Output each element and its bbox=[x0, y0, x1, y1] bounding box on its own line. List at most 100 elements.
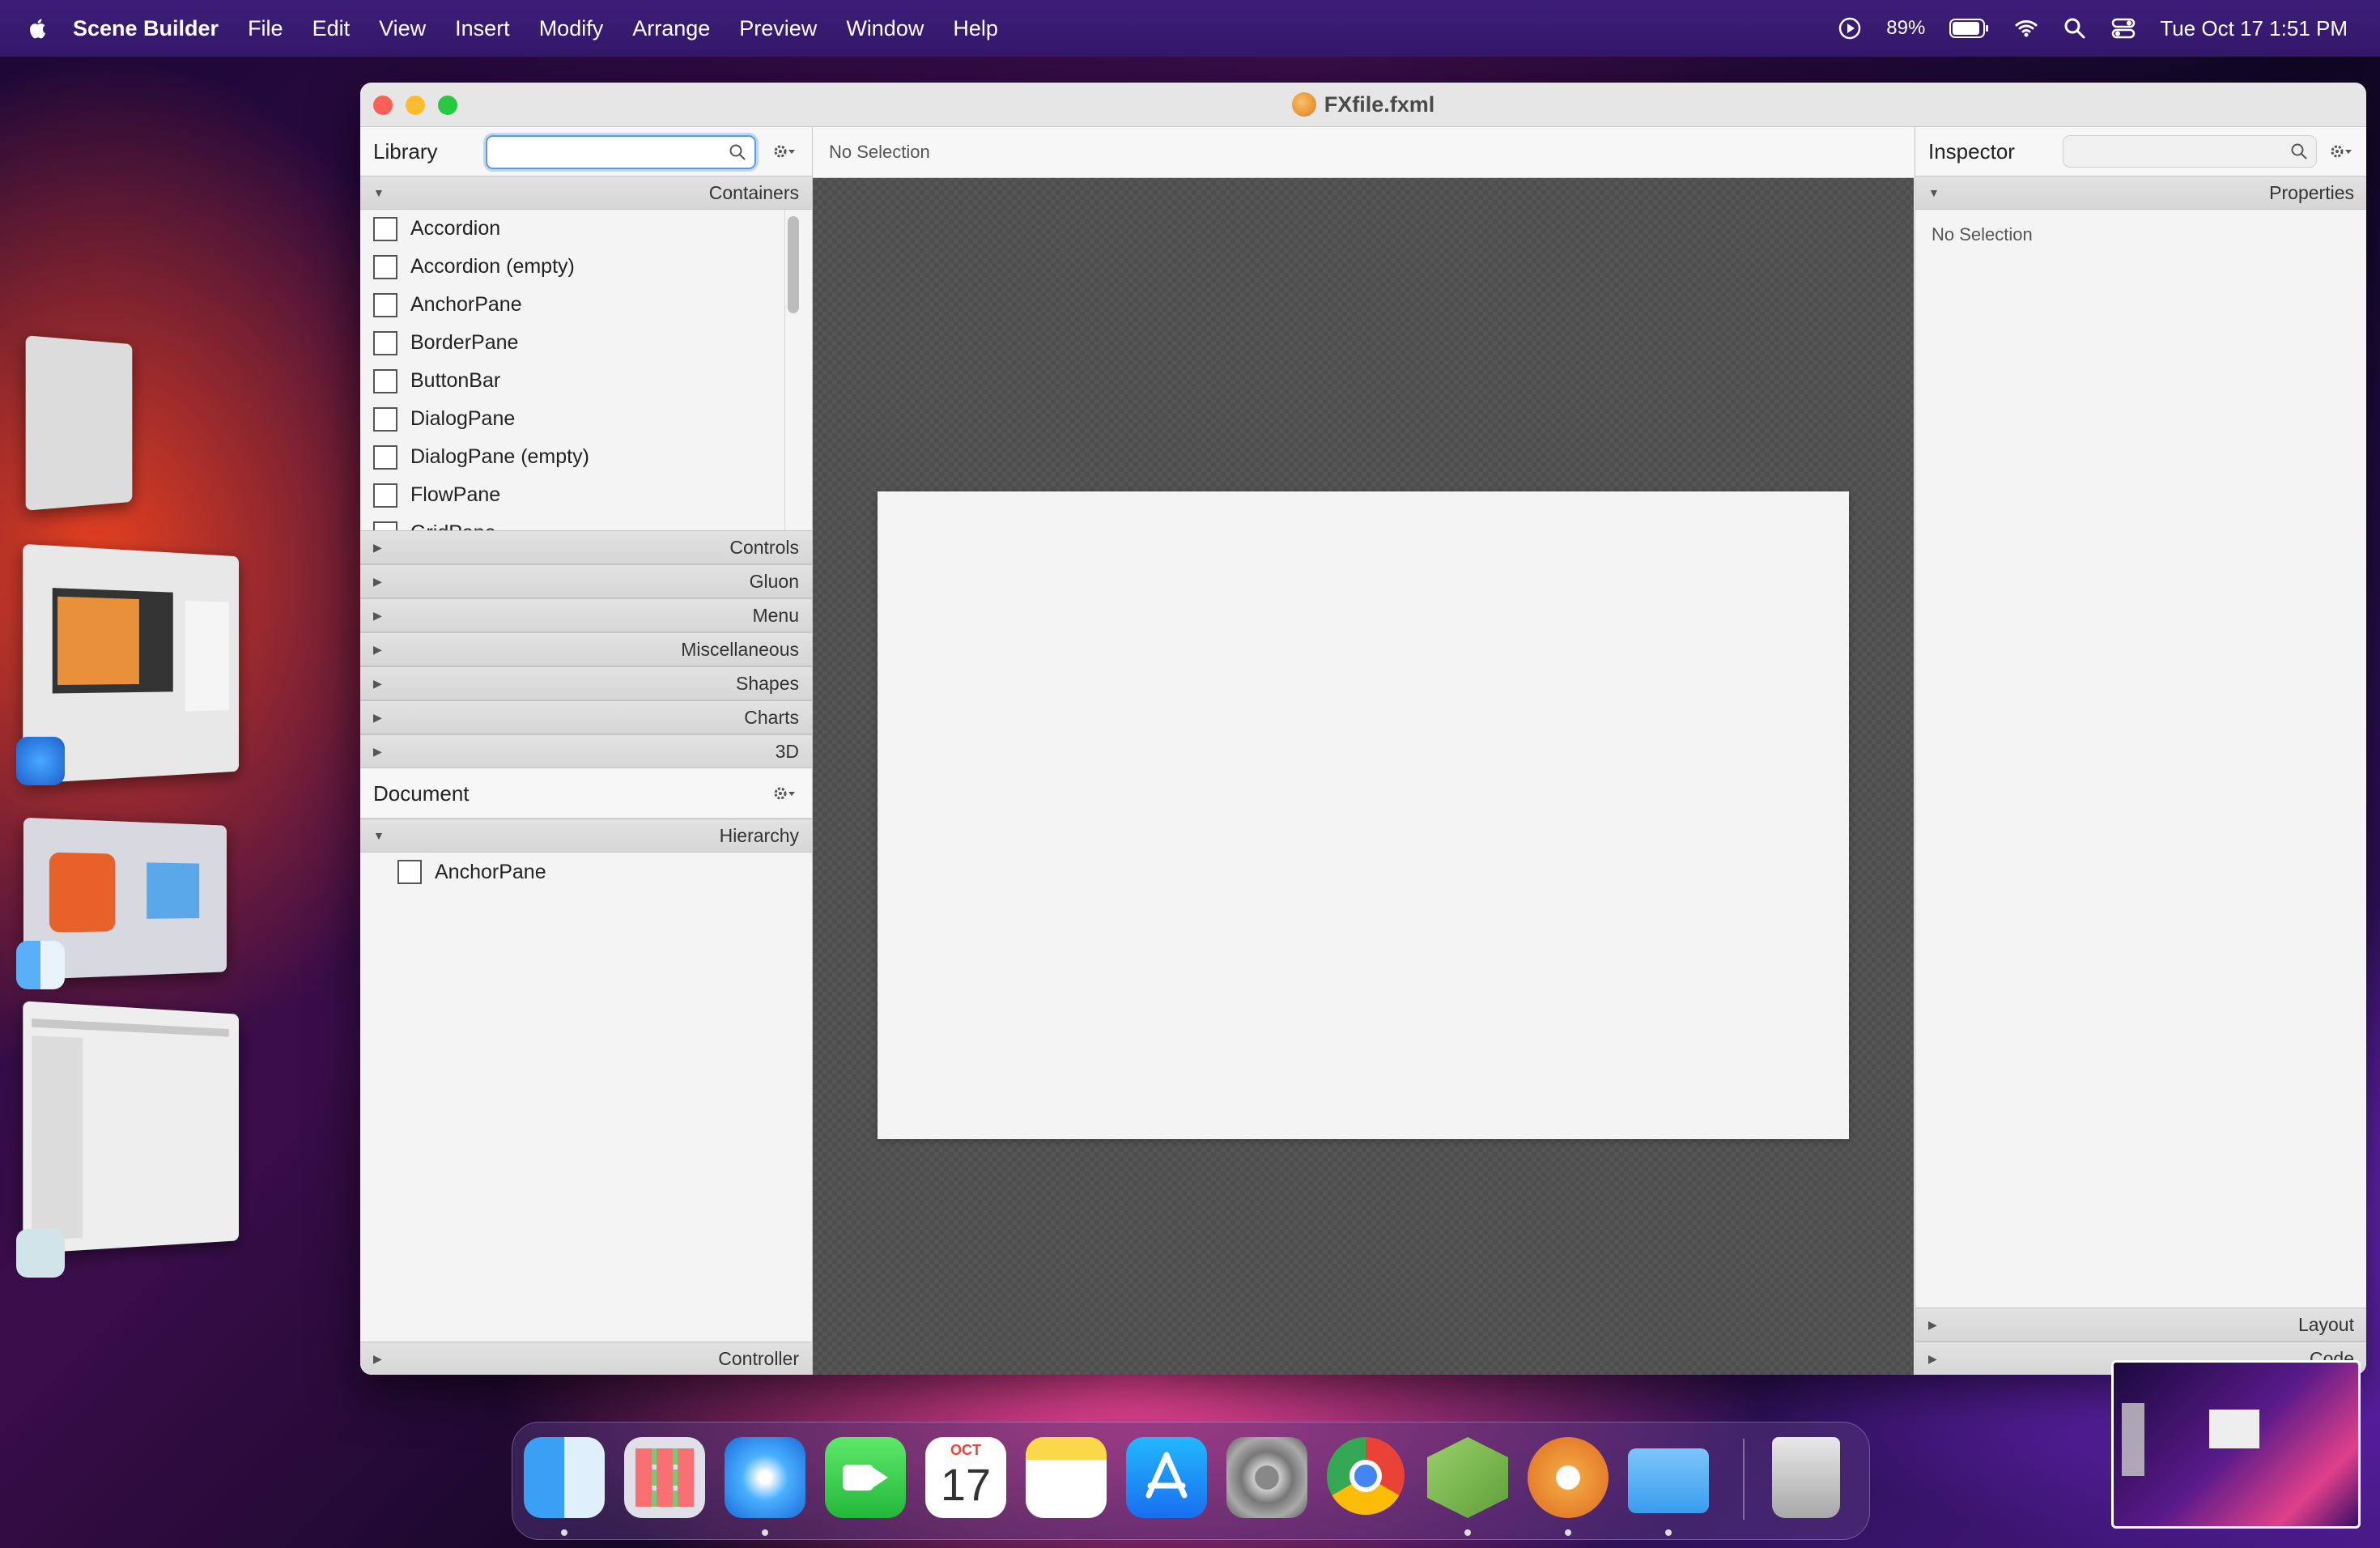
facetime-icon[interactable] bbox=[825, 1437, 906, 1518]
section-controller[interactable]: ▶ Controller bbox=[360, 1342, 812, 1375]
list-item-label: GridPane bbox=[410, 521, 496, 530]
list-item[interactable]: FlowPane bbox=[360, 476, 784, 514]
running-indicator bbox=[1565, 1529, 1571, 1536]
menu-view[interactable]: View bbox=[379, 16, 426, 41]
document-gear-icon[interactable] bbox=[771, 784, 796, 803]
list-item[interactable]: ButtonBar bbox=[360, 362, 784, 400]
menu-arrange[interactable]: Arrange bbox=[632, 16, 710, 41]
menu-window[interactable]: Window bbox=[846, 16, 924, 41]
trash-icon[interactable] bbox=[1772, 1437, 1840, 1518]
section-properties[interactable]: ▼ Properties bbox=[1915, 176, 2366, 210]
menu-modify[interactable]: Modify bbox=[539, 16, 604, 41]
list-item[interactable]: Accordion bbox=[360, 210, 784, 248]
stage-manager-window-4[interactable] bbox=[23, 1001, 239, 1254]
collapsed-arrow-icon: ▶ bbox=[373, 710, 382, 724]
list-item[interactable]: Accordion (empty) bbox=[360, 248, 784, 286]
scroll-track bbox=[784, 210, 785, 530]
close-button[interactable] bbox=[373, 96, 393, 115]
section-menu[interactable]: ▶ Menu bbox=[360, 598, 812, 632]
screenshot-thumbnail[interactable] bbox=[2111, 1360, 2361, 1529]
safari-icon[interactable] bbox=[16, 737, 65, 785]
list-item[interactable]: DialogPane (empty) bbox=[360, 438, 784, 476]
section-layout[interactable]: ▶ Layout bbox=[1915, 1308, 2366, 1342]
collapsed-arrow-icon: ▶ bbox=[373, 574, 382, 588]
accordion-icon bbox=[373, 254, 397, 279]
notes-icon[interactable] bbox=[1026, 1437, 1107, 1518]
finder-icon[interactable] bbox=[16, 941, 65, 989]
apple-icon[interactable] bbox=[29, 17, 49, 40]
library-scrollbar[interactable] bbox=[788, 216, 799, 313]
selection-bar: No Selection bbox=[813, 127, 1914, 178]
running-indicator bbox=[561, 1529, 567, 1536]
play-circle-icon[interactable] bbox=[1838, 16, 1862, 40]
clock[interactable]: Tue Oct 17 1:51 PM bbox=[2160, 16, 2348, 41]
list-item[interactable]: AnchorPane bbox=[360, 286, 784, 324]
collapsed-arrow-icon: ▶ bbox=[373, 608, 382, 622]
search-icon[interactable] bbox=[2063, 16, 2087, 40]
grid-pane-icon bbox=[373, 521, 397, 530]
scene-builder-hand-icon[interactable] bbox=[1528, 1437, 1609, 1518]
border-pane-icon bbox=[373, 330, 397, 355]
launchpad-icon[interactable] bbox=[624, 1437, 705, 1518]
wifi-icon[interactable] bbox=[2014, 16, 2038, 40]
calendar-day: 17 bbox=[940, 1459, 992, 1510]
menu-edit[interactable]: Edit bbox=[312, 16, 351, 41]
collapsed-arrow-icon: ▶ bbox=[1928, 1317, 1937, 1331]
section-miscellaneous[interactable]: ▶ Miscellaneous bbox=[360, 632, 812, 666]
section-containers[interactable]: ▼ Containers bbox=[360, 176, 812, 210]
battery-icon[interactable] bbox=[1949, 18, 1990, 39]
expanded-arrow-icon: ▼ bbox=[1928, 186, 1940, 199]
menu-insert[interactable]: Insert bbox=[455, 16, 510, 41]
folder-icon[interactable] bbox=[1628, 1448, 1709, 1513]
menu-preview[interactable]: Preview bbox=[739, 16, 817, 41]
anchor-icon bbox=[373, 292, 397, 317]
section-shapes[interactable]: ▶ Shapes bbox=[360, 666, 812, 700]
section-label: Gluon bbox=[749, 570, 799, 592]
dialog-pane-icon bbox=[373, 406, 397, 432]
app-store-icon[interactable] bbox=[1126, 1437, 1207, 1518]
list-item[interactable]: BorderPane bbox=[360, 324, 784, 362]
title-bar[interactable]: FXfile.fxml bbox=[360, 83, 2366, 127]
safari-icon[interactable] bbox=[725, 1437, 805, 1518]
calendar-icon[interactable]: OCT 17 bbox=[925, 1437, 1006, 1518]
system-settings-icon[interactable] bbox=[1226, 1437, 1307, 1518]
library-search-input[interactable] bbox=[486, 135, 756, 169]
library-list: Accordion Accordion (empty) AnchorPane B… bbox=[360, 210, 784, 530]
inspector-gear-icon[interactable] bbox=[2328, 142, 2352, 161]
inspector-header: Inspector bbox=[1915, 127, 2366, 176]
window-title-text: FXfile.fxml bbox=[1324, 91, 1435, 117]
list-item[interactable]: GridPane bbox=[360, 514, 784, 530]
app-thumbnail-icon[interactable] bbox=[16, 1229, 65, 1278]
zoom-button[interactable] bbox=[438, 96, 457, 115]
stage-manager-window-1[interactable] bbox=[25, 335, 133, 511]
minimize-button[interactable] bbox=[406, 96, 425, 115]
library-gear-icon[interactable] bbox=[771, 142, 796, 161]
dock: OCT 17 bbox=[512, 1422, 1870, 1540]
menu-help[interactable]: Help bbox=[953, 16, 998, 41]
list-item-label: BorderPane bbox=[410, 331, 519, 354]
running-indicator bbox=[762, 1529, 768, 1536]
hierarchy-tree-item[interactable]: AnchorPane bbox=[397, 856, 546, 888]
scene-builder-window: FXfile.fxml Library ▼ Containers Accordi… bbox=[360, 83, 2366, 1375]
section-label: Miscellaneous bbox=[681, 638, 799, 660]
section-charts[interactable]: ▶ Charts bbox=[360, 700, 812, 734]
control-center-icon[interactable] bbox=[2111, 16, 2136, 40]
section-gluon[interactable]: ▶ Gluon bbox=[360, 564, 812, 598]
menu-file[interactable]: File bbox=[248, 16, 283, 41]
inspector-empty-text: No Selection bbox=[1932, 224, 2033, 245]
section-hierarchy-label: Hierarchy bbox=[719, 824, 799, 846]
section-hierarchy[interactable]: ▼ Hierarchy bbox=[360, 819, 812, 853]
finder-icon[interactable] bbox=[524, 1437, 605, 1518]
scene-builder-cube-icon[interactable] bbox=[1427, 1437, 1508, 1518]
menu-app-name[interactable]: Scene Builder bbox=[73, 16, 219, 41]
section-3d[interactable]: ▶ 3D bbox=[360, 734, 812, 768]
anchor-pane-canvas[interactable] bbox=[878, 491, 1849, 1139]
section-controls[interactable]: ▶ Controls bbox=[360, 530, 812, 564]
inspector-search-input[interactable] bbox=[2063, 135, 2317, 168]
list-item-label: Accordion bbox=[410, 217, 501, 240]
battery-percent: 89% bbox=[1886, 17, 1926, 39]
list-item[interactable]: DialogPane bbox=[360, 400, 784, 438]
running-indicator bbox=[1464, 1529, 1471, 1536]
section-label: Charts bbox=[744, 706, 799, 728]
chrome-icon[interactable] bbox=[1327, 1437, 1405, 1515]
